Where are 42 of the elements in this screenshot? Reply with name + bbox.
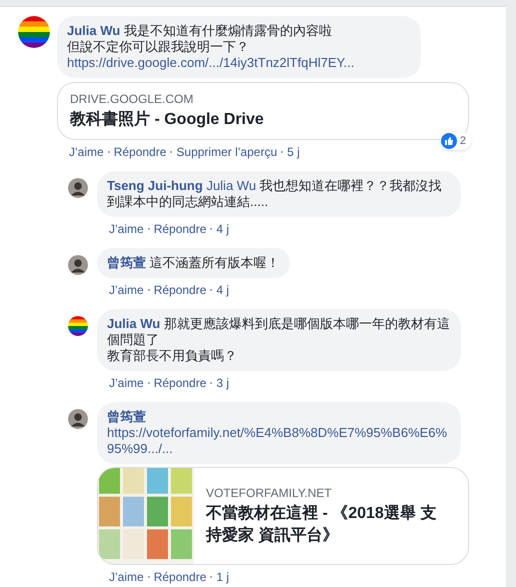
action-link[interactable]: J’aime: [109, 282, 144, 298]
author-link[interactable]: Julia Wu: [67, 23, 120, 38]
mention-link[interactable]: Julia Wu: [206, 178, 256, 193]
flag-avatar[interactable]: [68, 316, 88, 336]
action-link[interactable]: Répondre: [154, 282, 206, 298]
action-link[interactable]: J’aime: [109, 569, 144, 585]
url-link[interactable]: https://voteforfamily.net/%E4%B8%8D%E7%95%B6%E6%95%99.../...: [107, 425, 451, 457]
action-link[interactable]: Répondre: [154, 569, 206, 585]
comment-text: Julia Wu 我是不知道有什麼煽情露骨的內容啦: [67, 23, 333, 39]
link-title[interactable]: 不當教材在這裡 - 《2018選舉 支持愛家 資訊平台》: [206, 503, 448, 547]
author-link[interactable]: Tseng Jui-hung: [107, 178, 203, 193]
timestamp[interactable]: 1 j: [216, 569, 230, 585]
action-link[interactable]: Répondre: [154, 221, 206, 237]
link-preview-card[interactable]: VOTEFORFAMILY.NET 不當教材在這裡 - 《2018選舉 支持愛家 資訊平台》: [97, 467, 469, 565]
link-title[interactable]: 教科書照片 - Google Drive: [70, 109, 264, 131]
action-link[interactable]: J’aime: [109, 221, 144, 237]
author-link[interactable]: Julia Wu: [107, 316, 160, 331]
action-link[interactable]: Supprimer l’aperçu: [176, 144, 278, 160]
avatar[interactable]: [68, 409, 88, 429]
reaction-count[interactable]: 2: [440, 132, 471, 150]
like-icon: [440, 132, 457, 149]
comment-text: 曾筠萱 這不涵蓋所有版本喔！: [107, 255, 280, 271]
comment-text: Tseng Jui-hung Julia Wu 我也想知道在哪裡？？我都沒找到課本中的同志網站連結.....: [107, 178, 443, 210]
comment-text: 教育部長不用負責嗎？: [107, 348, 238, 364]
url-link[interactable]: https://drive.google.com/.../14iy3tTnz2lTfqHl7EY...: [67, 55, 411, 71]
action-link[interactable]: J’aime: [109, 375, 144, 391]
avatar[interactable]: [68, 178, 88, 198]
timestamp[interactable]: 4 j: [216, 282, 230, 298]
action-link[interactable]: Répondre: [154, 375, 206, 391]
flag-avatar[interactable]: [18, 16, 50, 48]
action-link[interactable]: Répondre: [114, 144, 166, 160]
comment-text: 但說不定你可以跟我說明一下？: [67, 39, 250, 55]
timestamp[interactable]: 5 j: [287, 144, 300, 160]
timestamp[interactable]: 4 j: [216, 221, 230, 237]
link-domain: DRIVE.GOOGLE.COM: [70, 91, 194, 107]
author-link[interactable]: 曾筠萱: [107, 255, 146, 270]
link-domain: VOTEFORFAMILY.NET: [206, 485, 333, 501]
avatar[interactable]: [68, 255, 88, 275]
author-link[interactable]: 曾筠萱: [107, 409, 146, 424]
timestamp[interactable]: 3 j: [216, 375, 230, 391]
comment-text: Julia Wu 那就更應該爆料到底是哪個版本哪一年的教材有這個問題了: [107, 316, 451, 348]
action-link[interactable]: J’aime: [69, 144, 104, 160]
